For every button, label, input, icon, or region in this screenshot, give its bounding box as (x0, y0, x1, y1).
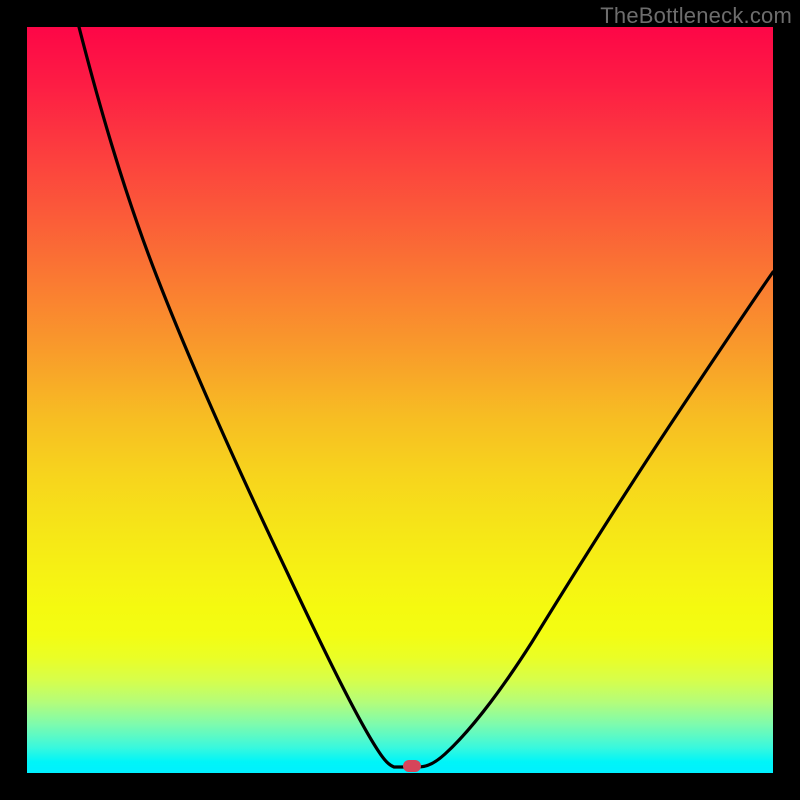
plot-area (27, 27, 773, 773)
watermark-text: TheBottleneck.com (600, 3, 792, 29)
bottleneck-curve-path (79, 27, 773, 767)
curve-svg (27, 27, 773, 773)
chart-frame: TheBottleneck.com (0, 0, 800, 800)
min-marker (403, 760, 421, 772)
